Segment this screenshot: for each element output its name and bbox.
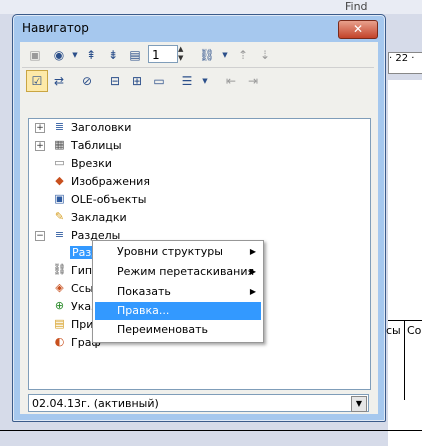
menu-item-label: Режим перетаскивания	[117, 265, 255, 278]
anchor-icon[interactable]: ▭	[150, 72, 168, 90]
table-line	[404, 320, 405, 400]
references-icon: ◈	[55, 281, 64, 294]
footer-icon[interactable]: ⊞	[128, 72, 146, 90]
title-bar[interactable]: Навигатор ✕	[14, 16, 384, 40]
headings-icon: ≣	[54, 120, 65, 133]
toolbar-divider	[22, 67, 374, 68]
toolbar-row-1: ▣ ◉ ▼ ⇞ ⇟ ▤ 1 ▲ ▼ ⛓ ▼ ⇡ ⇣	[22, 44, 376, 66]
header-icon[interactable]: ⊟	[106, 72, 124, 90]
submenu-arrow-icon: ▶	[249, 267, 256, 276]
menu-item-label: Переименовать	[117, 323, 209, 336]
tree-item-label: Гип	[71, 264, 93, 277]
menu-item-label: Показать	[117, 285, 171, 298]
drawing-objects-icon: ◐	[54, 335, 65, 348]
indexes-icon: ⊕	[54, 299, 65, 312]
context-menu: Уровни структуры ▶ Режим перетаскивания …	[92, 240, 264, 343]
comments-icon: ▤	[54, 317, 65, 330]
images-icon: ◆	[55, 174, 64, 187]
close-button[interactable]: ✕	[338, 20, 378, 39]
toggle-icon[interactable]: ▣	[26, 46, 44, 64]
background-ruler: · 22 ·	[388, 52, 422, 74]
menu-item-label: Правка...	[117, 304, 170, 317]
tree-item-label: Закладки	[71, 211, 127, 224]
tree-item-label: Заголовки	[71, 121, 132, 134]
table-line	[0, 430, 422, 431]
bookmarks-icon: ✎	[54, 210, 65, 223]
menu-item-label: Уровни структуры	[117, 245, 223, 258]
tree-item-label: Таблицы	[71, 139, 122, 152]
window-title: Навигатор	[22, 21, 89, 35]
tree-item-label: Ссы	[71, 282, 94, 295]
chevron-down-icon[interactable]: ▼	[351, 396, 367, 412]
attachment-icon[interactable]: ⊘	[78, 72, 96, 90]
menu-item-drag-mode[interactable]: Режим перетаскивания ▶	[95, 263, 261, 281]
drag-mode-icon[interactable]: ⛓	[198, 46, 216, 64]
submenu-arrow-icon: ▶	[249, 287, 256, 296]
background-cell-text: Со	[407, 324, 422, 337]
close-icon: ✕	[352, 22, 364, 36]
collapse-icon[interactable]: −	[35, 231, 45, 241]
set-reminder-icon[interactable]: ⇄	[50, 72, 68, 90]
menu-item-display[interactable]: Показать ▶	[95, 283, 261, 301]
page-number-input[interactable]: 1	[148, 45, 178, 63]
page-spin-arrows[interactable]: ▲ ▼	[178, 45, 190, 63]
content-view-icon[interactable]: ☑	[26, 70, 48, 92]
navigator-window: Навигатор ✕ ▣ ◉ ▼ ⇞ ⇟ ▤ 1 ▲ ▼ ⛓ ▼ ⇡ ⇣ ☑ ⇄…	[12, 14, 386, 422]
expand-icon[interactable]: +	[35, 141, 45, 151]
tree-item-label: Врезки	[71, 157, 112, 170]
chevron-down-icon[interactable]: ▼	[196, 72, 214, 90]
background-document	[388, 80, 422, 446]
promote-chapter-icon[interactable]: ⇤	[222, 72, 240, 90]
menu-item-outline-levels[interactable]: Уровни структуры ▶	[95, 243, 261, 261]
hyperlinks-icon: ⛓	[52, 263, 67, 276]
heading-levels-icon[interactable]: ☰	[178, 72, 196, 90]
navigator-client: ▣ ◉ ▼ ⇞ ⇟ ▤ 1 ▲ ▼ ⛓ ▼ ⇡ ⇣ ☑ ⇄ ⊘ ⊟ ⊞ ▭ ☰ ▼…	[20, 42, 378, 414]
document-selector-value: 02.04.13г. (активный)	[32, 397, 159, 410]
chevron-down-icon[interactable]: ▼	[216, 46, 234, 64]
toolbar-row-2: ☑ ⇄ ⊘ ⊟ ⊞ ▭ ☰ ▼ ⇤ ⇥	[22, 70, 376, 92]
find-label: Find	[345, 0, 368, 13]
background-cell-text: сы	[386, 324, 401, 337]
sections-icon: ≡	[54, 228, 65, 241]
page-icon[interactable]: ▤	[126, 46, 144, 64]
next-icon[interactable]: ⇟	[104, 46, 122, 64]
document-selector[interactable]: 02.04.13г. (активный) ▼	[28, 394, 369, 412]
promote-level-icon[interactable]: ⇡	[234, 46, 252, 64]
tables-icon: ▦	[54, 138, 65, 151]
menu-item-rename[interactable]: Переименовать	[95, 321, 261, 339]
menu-item-edit[interactable]: Правка...	[95, 302, 261, 320]
demote-chapter-icon[interactable]: ⇥	[244, 72, 262, 90]
demote-level-icon[interactable]: ⇣	[256, 46, 274, 64]
submenu-arrow-icon: ▶	[249, 247, 256, 256]
tree-item-label: Изображения	[71, 175, 150, 188]
tree-item-label: OLE-объекты	[71, 193, 147, 206]
expand-icon[interactable]: +	[35, 123, 45, 133]
ole-objects-icon: ▣	[54, 192, 65, 205]
table-line	[388, 320, 422, 321]
tree-item-label: При	[71, 318, 94, 331]
previous-icon[interactable]: ⇞	[82, 46, 100, 64]
frames-icon: ▭	[54, 156, 65, 169]
